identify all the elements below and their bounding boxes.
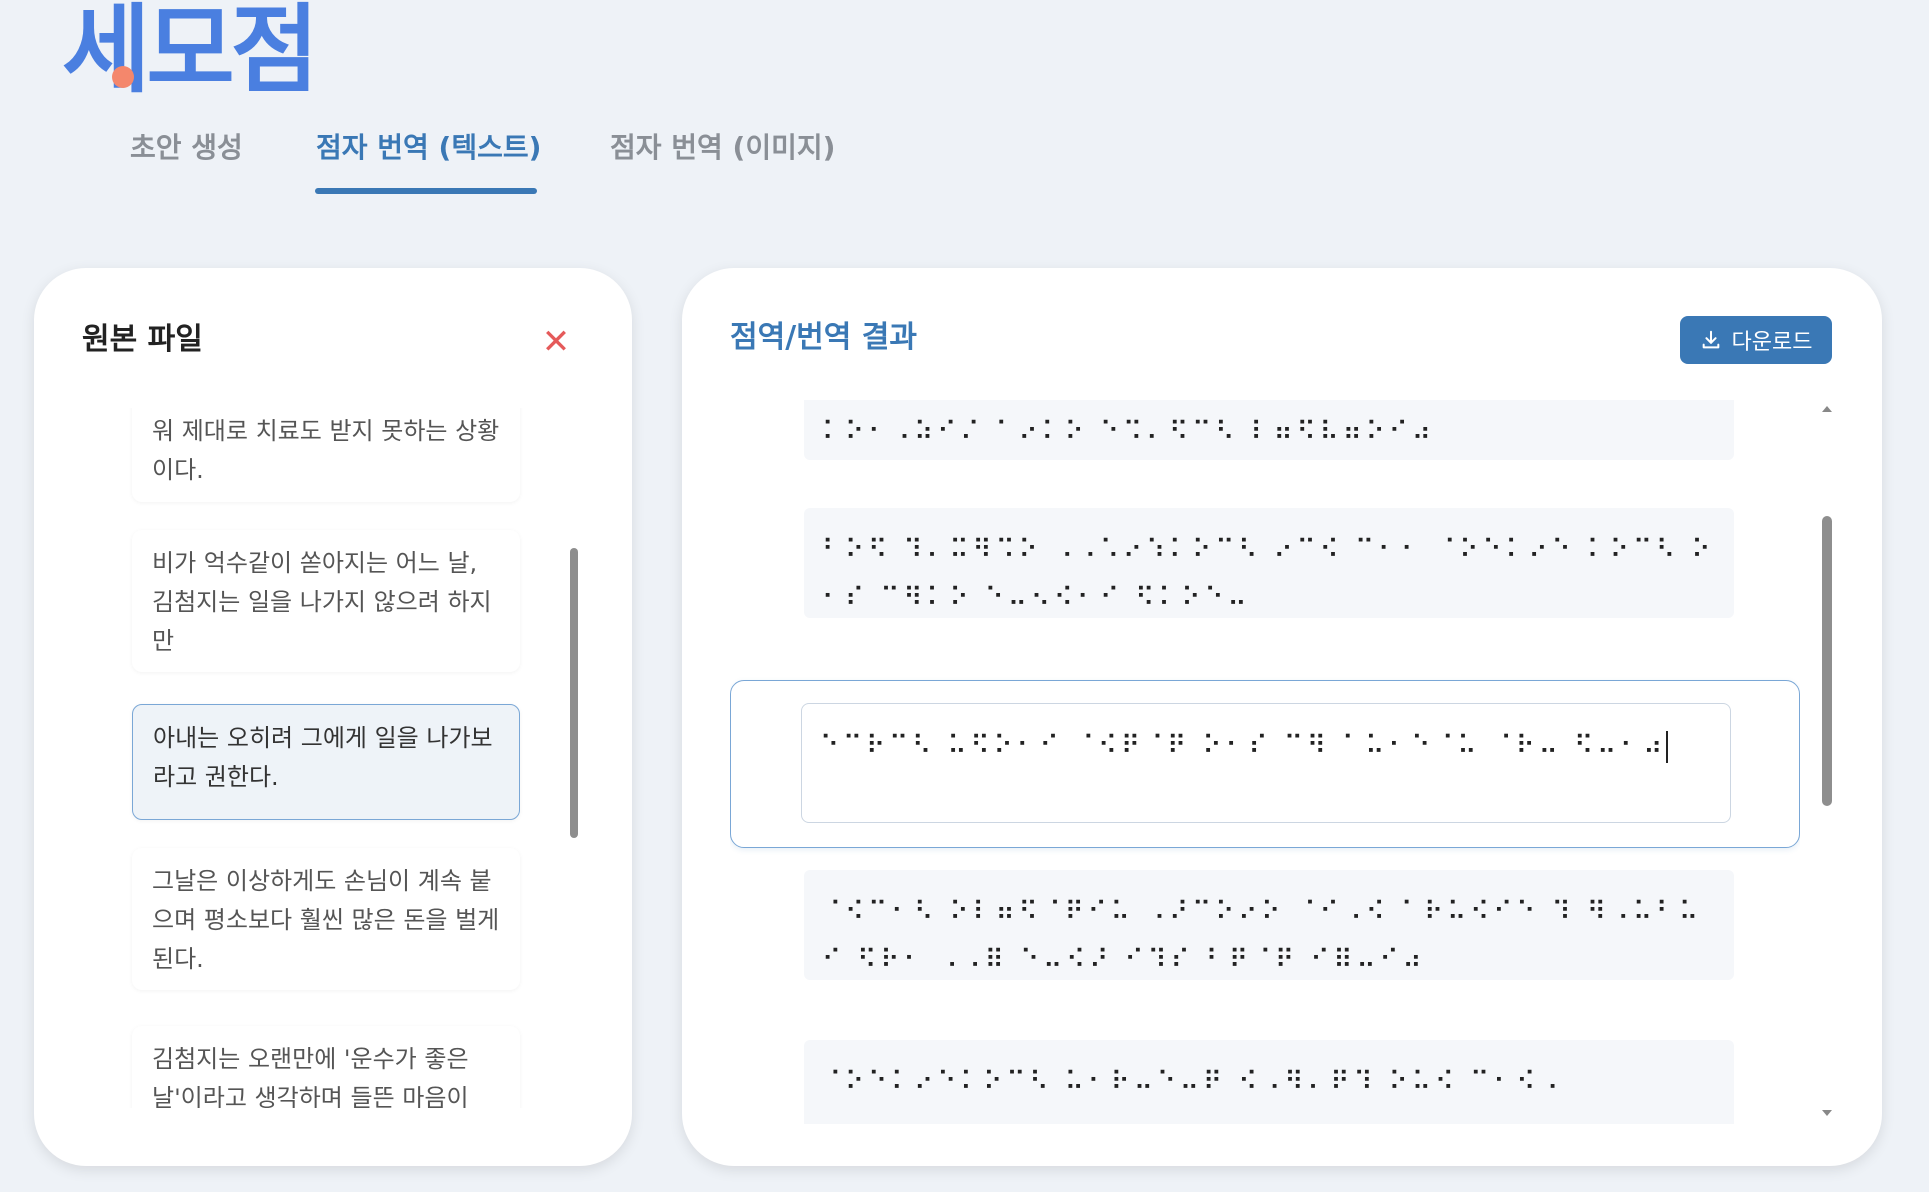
active-tab-indicator bbox=[315, 188, 537, 194]
source-file-panel: 원본 파일 ✕ 워 제대로 치료도 받지 못하는 상황이다. 비가 억수같이 쏟… bbox=[34, 268, 632, 1166]
result-scrollbar[interactable] bbox=[1820, 406, 1834, 1116]
source-file-title: 원본 파일 bbox=[82, 322, 203, 357]
sentence-list-scrollbar[interactable] bbox=[570, 548, 578, 838]
scroll-thumb[interactable] bbox=[1822, 516, 1832, 806]
tab-draft[interactable]: 초안 생성 bbox=[130, 128, 243, 168]
download-label: 다운로드 bbox=[1731, 330, 1813, 355]
braille-item-selected-wrapper: ⠑⠉⠗⠉⠣ ⠥⠫⠕⠂⠊ ⠈⠪⠟⠈⠟ ⠕⠂⠎ ⠉⠻ ⠁⠥⠂⠑⠈⠥ ⠈⠗⠤ ⠫⠤⠂⠴ bbox=[730, 680, 1800, 848]
scroll-down-icon[interactable] bbox=[1822, 1110, 1832, 1116]
result-panel: 점역/번역 결과 다운로드 ⠅⠕⠂⠠⠵⠊⠌ ⠁⠔⠅⠕ ⠑⠩⠄⠫⠉⠣ ⠇⠶⠫⠧⠶⠕… bbox=[682, 268, 1882, 1166]
tab-bar: 초안 생성 점자 번역 (텍스트) 점자 번역 (이미지) bbox=[0, 120, 1929, 196]
list-item-selected[interactable]: 아내는 오히려 그에게 일을 나가보라고 권한다. bbox=[132, 704, 520, 820]
braille-item[interactable]: ⠃⠕⠫ ⠹⠄⠭⠻⠩⠕ ⠠⠠⠡⠔⠱⠅⠕⠉⠣ ⠔⠉⠪ ⠉⠂⠂ ⠈⠕⠑⠅⠔⠑ ⠅⠕⠉⠣… bbox=[804, 508, 1734, 618]
braille-result-list: ⠅⠕⠂⠠⠵⠊⠌ ⠁⠔⠅⠕ ⠑⠩⠄⠫⠉⠣ ⠇⠶⠫⠧⠶⠕⠊⠴ ⠃⠕⠫ ⠹⠄⠭⠻⠩⠕ … bbox=[730, 400, 1800, 1124]
braille-item[interactable]: ⠅⠕⠂⠠⠵⠊⠌ ⠁⠔⠅⠕ ⠑⠩⠄⠫⠉⠣ ⠇⠶⠫⠧⠶⠕⠊⠴ bbox=[804, 400, 1734, 460]
list-item[interactable]: 김첨지는 오랜만에 '운수가 좋은 날'이라고 생각하며 들뜬 마음이 bbox=[132, 1026, 520, 1108]
tab-braille-text[interactable]: 점자 번역 (텍스트) bbox=[316, 128, 541, 168]
result-title: 점역/번역 결과 bbox=[730, 320, 918, 355]
list-item[interactable]: 그날은 이상하게도 손님이 계속 붙으며 평소보다 훨씬 많은 돈을 벌게 된다… bbox=[132, 848, 520, 990]
braille-item[interactable]: ⠈⠪⠉⠂⠣ ⠕⠇⠶⠫⠈⠟⠊⠥ ⠠⠜⠉⠕⠔⠕ ⠈⠊⠠⠪ ⠁⠗⠥⠪⠊⠑ ⠹ ⠻⠠⠥⠃… bbox=[804, 870, 1734, 980]
sentence-list: 워 제대로 치료도 받지 못하는 상황이다. 비가 억수같이 쏟아지는 어느 날… bbox=[86, 408, 580, 1108]
tab-braille-image[interactable]: 점자 번역 (이미지) bbox=[610, 128, 835, 168]
download-icon bbox=[1702, 330, 1719, 349]
download-button[interactable]: 다운로드 bbox=[1680, 316, 1832, 364]
list-item[interactable]: 비가 억수같이 쏟아지는 어느 날, 김첨지는 일을 나가지 않으려 하지만 bbox=[132, 530, 520, 672]
close-icon[interactable]: ✕ bbox=[538, 324, 574, 360]
braille-editor-text: ⠑⠉⠗⠉⠣ ⠥⠫⠕⠂⠊ ⠈⠪⠟⠈⠟ ⠕⠂⠎ ⠉⠻ ⠁⠥⠂⠑⠈⠥ ⠈⠗⠤ ⠫⠤⠂⠴ bbox=[820, 731, 1667, 761]
text-caret bbox=[1666, 730, 1669, 763]
scroll-up-icon[interactable] bbox=[1822, 406, 1832, 412]
logo-dot bbox=[112, 66, 134, 88]
list-item[interactable]: 워 제대로 치료도 받지 못하는 상황이다. bbox=[132, 408, 520, 502]
braille-editor[interactable]: ⠑⠉⠗⠉⠣ ⠥⠫⠕⠂⠊ ⠈⠪⠟⠈⠟ ⠕⠂⠎ ⠉⠻ ⠁⠥⠂⠑⠈⠥ ⠈⠗⠤ ⠫⠤⠂⠴ bbox=[801, 703, 1731, 823]
braille-item[interactable]: ⠈⠕⠑⠅⠔⠑⠅⠕⠉⠣ ⠥⠂⠗⠤⠑⠤⠟ ⠪⠠⠻⠄⠟⠹ ⠕⠥⠪ ⠉⠂⠪⠠ bbox=[804, 1040, 1734, 1124]
logo-text: 세모점 bbox=[62, 0, 319, 106]
